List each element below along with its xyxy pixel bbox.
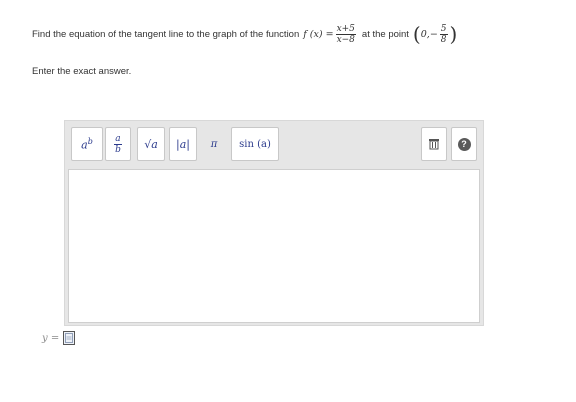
instruction-text: Enter the exact answer. [32,66,132,77]
sqrt-label: √a [144,137,158,151]
question-middle: at the point [361,28,409,40]
math-editor: ab a b √a |a| π sin (a) ? [64,120,484,326]
point-numerator: 5 [439,23,448,35]
fraction-button[interactable]: a b [105,127,131,161]
pi-label: π [210,138,218,150]
help-icon: ? [457,137,471,151]
point-sign: − [429,28,438,40]
trash-icon [429,139,439,150]
pi-button[interactable]: π [203,133,225,155]
input-placeholder-icon [65,333,74,343]
answer-label: y = [42,332,60,344]
point-close-paren: ) [449,22,458,46]
question-prefix: Find the equation of the tangent line to… [32,28,300,40]
math-toolbar: ab a b √a |a| π sin (a) ? [69,127,479,161]
answer-input-box[interactable] [63,331,76,345]
math-input-area[interactable] [68,169,480,323]
fraction-num: a [114,133,122,145]
abs-label: |a| [176,137,190,151]
function-denominator: x−8 [336,34,355,45]
abs-button[interactable]: |a| [169,127,197,161]
point-fraction: 5 8 [439,23,448,45]
point-x: 0, [420,28,430,40]
question-text: Find the equation of the tangent line to… [32,20,562,48]
fraction-den: b [115,144,121,155]
sin-label: sin (a) [239,138,271,150]
function-fraction: x+5 x−8 [335,23,356,45]
power-exp: b [87,136,93,146]
sqrt-button[interactable]: √a [137,127,165,161]
point-open-paren: ( [412,22,421,46]
delete-button[interactable] [421,127,447,161]
answer-row: y = [42,329,76,347]
point-denominator: 8 [440,34,447,45]
function-numerator: x+5 [335,23,356,35]
function-lhs: f (x) = [303,28,334,40]
power-button[interactable]: ab [71,127,103,161]
sin-button[interactable]: sin (a) [231,127,279,161]
help-button[interactable]: ? [451,127,477,161]
